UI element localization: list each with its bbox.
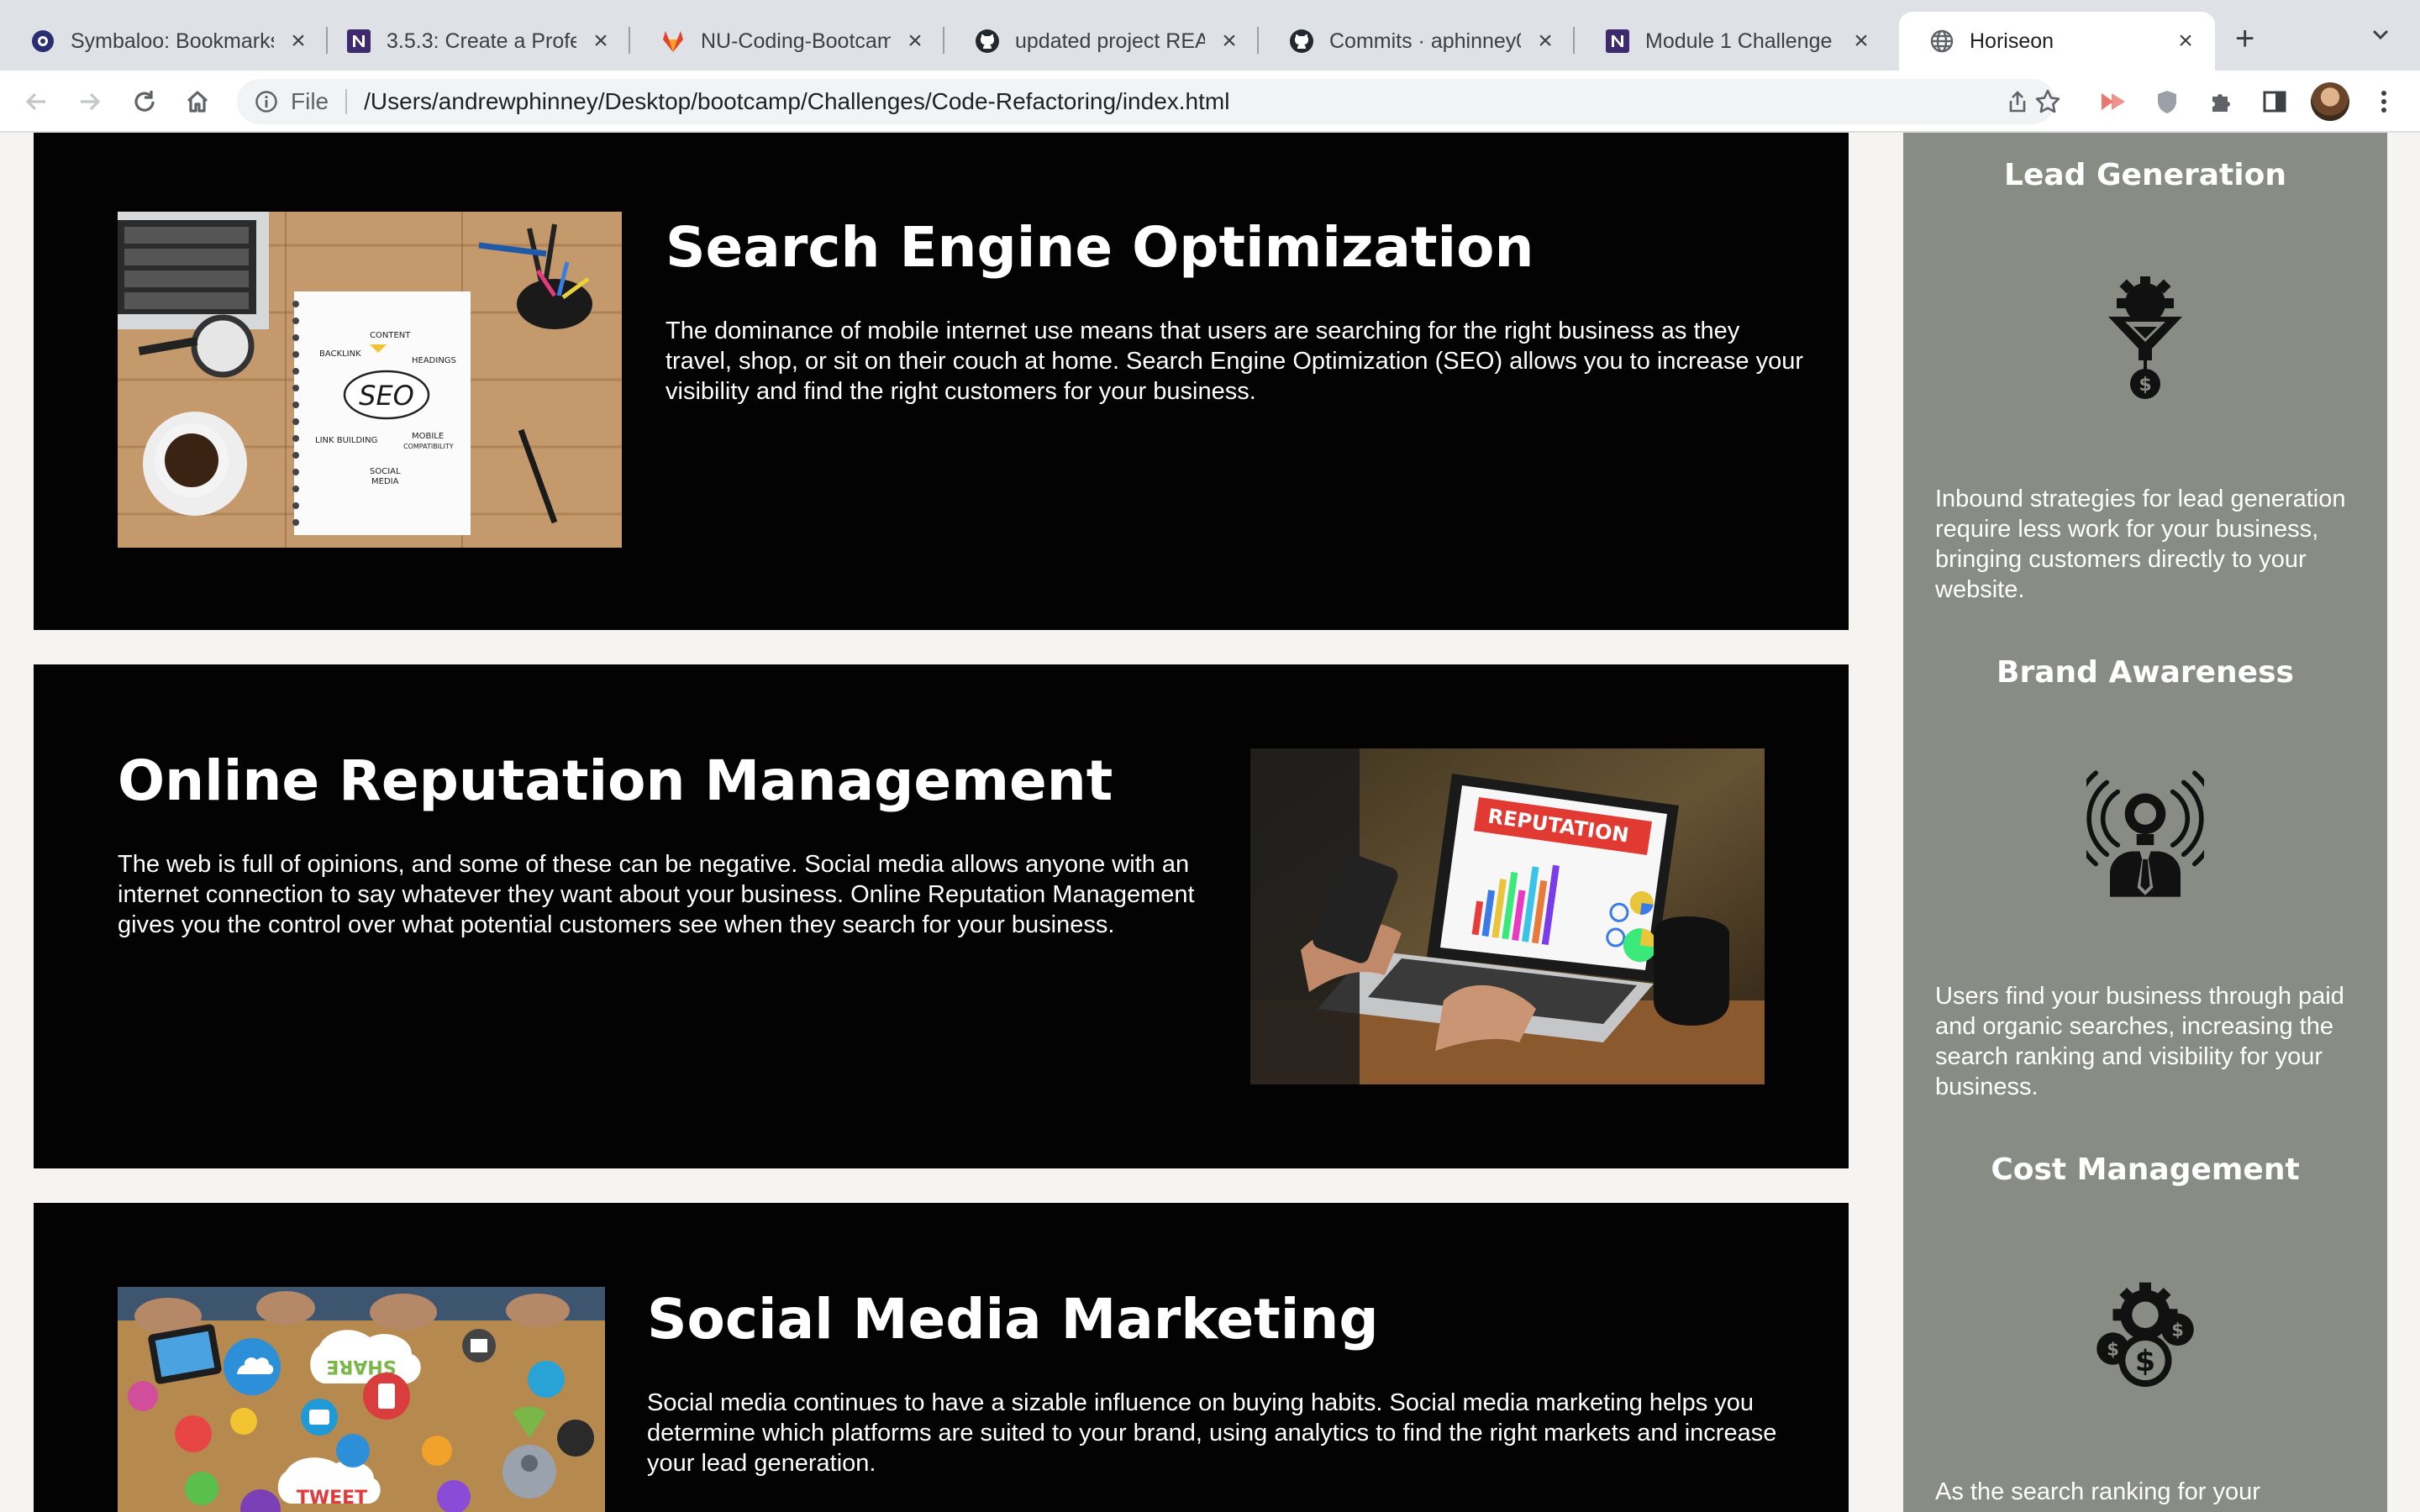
svg-text:$: $ xyxy=(2139,375,2151,396)
extension-play-icon[interactable] xyxy=(2096,84,2131,119)
globe-icon xyxy=(1929,29,1954,54)
tab-title: Horiseon xyxy=(1970,29,2054,53)
extension-shield-icon[interactable] xyxy=(2149,84,2185,119)
svg-text:SEO: SEO xyxy=(359,380,414,412)
bookmark-star-icon[interactable] xyxy=(2030,84,2065,119)
benefit-text-brand-awareness: Users find your business through paid an… xyxy=(1935,983,2344,1100)
browser-toolbar: File /Users/andrewphinney/Desktop/bootca… xyxy=(0,71,2420,133)
social-media-illustration: SHARE TWEET xyxy=(118,1287,605,1512)
github-icon xyxy=(1289,29,1314,54)
new-tab-button[interactable]: + xyxy=(2235,22,2254,55)
svg-text:TWEET: TWEET xyxy=(297,1488,367,1509)
close-icon[interactable]: × xyxy=(902,29,928,54)
close-icon[interactable]: × xyxy=(588,29,613,54)
benefit-text-lead-generation: Inbound strategies for lead generation r… xyxy=(1935,486,2346,603)
section-text: The dominance of mobile internet use mea… xyxy=(666,318,1803,405)
tab-gitlab[interactable]: NU-Coding-Bootcamp × xyxy=(630,12,944,71)
address-bar[interactable]: File /Users/andrewphinney/Desktop/bootca… xyxy=(237,79,2055,124)
gitlab-icon xyxy=(660,29,686,54)
svg-text:SOCIAL: SOCIAL xyxy=(370,467,401,476)
omnibox-divider xyxy=(345,89,348,114)
page-viewport: CONTENT BACKLINK HEADINGS LINK BUILDING … xyxy=(0,133,2420,1512)
tab-create-profile[interactable]: 3.5.3: Create a Profess × xyxy=(316,12,630,71)
url-scheme-label: File xyxy=(291,88,329,114)
symbaloo-icon xyxy=(30,29,55,54)
tab-title: Symbaloo: Bookmarks xyxy=(71,29,274,53)
section-text: Social media continues to have a sizable… xyxy=(647,1389,1777,1477)
tab-title: Module 1 Challenge xyxy=(1645,29,1833,53)
tab-title: Commits · aphinney0 xyxy=(1329,29,1521,53)
tab-title: 3.5.3: Create a Profess xyxy=(387,29,576,53)
svg-text:MEDIA: MEDIA xyxy=(371,477,399,486)
svg-text:LINK BUILDING: LINK BUILDING xyxy=(315,436,377,445)
info-icon[interactable] xyxy=(252,87,281,116)
svg-text:CONTENT: CONTENT xyxy=(370,331,411,340)
cost-management-icon: $ $ $ xyxy=(2086,1267,2204,1401)
extensions-puzzle-icon[interactable] xyxy=(2203,84,2238,119)
northwestern-icon xyxy=(346,29,371,54)
reputation-illustration: REPUTATION xyxy=(1250,748,1765,1084)
close-icon[interactable]: × xyxy=(1217,29,1242,54)
benefit-text-cost-management: As the search ranking for your xyxy=(1935,1478,2260,1505)
back-button[interactable] xyxy=(18,84,54,119)
reputation-image: REPUTATION xyxy=(1250,748,1765,1084)
northwestern-icon xyxy=(1605,29,1630,54)
side-panel-icon[interactable] xyxy=(2257,84,2292,119)
tab-symbaloo[interactable]: Symbaloo: Bookmarks × xyxy=(0,12,328,71)
home-button[interactable] xyxy=(180,84,215,119)
content-section-seo: CONTENT BACKLINK HEADINGS LINK BUILDING … xyxy=(34,133,1849,630)
tab-title: NU-Coding-Bootcamp xyxy=(701,29,891,53)
browser-tab-strip: Symbaloo: Bookmarks × 3.5.3: Create a Pr… xyxy=(0,0,2420,71)
svg-text:BACKLINK: BACKLINK xyxy=(319,349,361,359)
url-text[interactable]: /Users/andrewphinney/Desktop/bootcamp/Ch… xyxy=(364,88,1229,115)
close-icon[interactable]: × xyxy=(2173,29,2198,54)
tab-github-readme[interactable]: updated project README × xyxy=(944,12,1259,71)
content-section-reputation: Online Reputation Management The web is … xyxy=(34,664,1849,1168)
kebab-menu-icon[interactable] xyxy=(2366,84,2402,119)
tab-horiseon[interactable]: Horiseon × xyxy=(1899,12,2215,71)
section-title: Search Engine Optimization xyxy=(666,215,1534,280)
seo-illustration: CONTENT BACKLINK HEADINGS LINK BUILDING … xyxy=(118,212,622,548)
chevron-down-icon[interactable] xyxy=(2370,24,2391,50)
brand-awareness-icon xyxy=(2086,767,2204,901)
svg-text:MOBILE: MOBILE xyxy=(412,432,444,441)
section-title: Online Reputation Management xyxy=(118,748,1113,813)
tab-title: updated project README xyxy=(1015,29,1205,53)
share-icon[interactable] xyxy=(2003,87,2032,116)
section-text: The web is full of opinions, and some of… xyxy=(118,851,1195,938)
github-icon xyxy=(975,29,1000,54)
benefit-title-lead-generation: Lead Generation xyxy=(2004,158,2286,192)
avatar[interactable] xyxy=(2311,82,2349,121)
svg-text:COMPATIBILITY: COMPATIBILITY xyxy=(403,443,454,450)
lead-generation-icon: $ xyxy=(2086,271,2204,406)
tab-github-commits[interactable]: Commits · aphinney0 × xyxy=(1259,12,1575,71)
content-section-social-media: SHARE TWEET Social Media Marketing Socia… xyxy=(34,1203,1849,1512)
close-icon[interactable]: × xyxy=(1849,29,1874,54)
social-media-image: SHARE TWEET xyxy=(118,1287,605,1512)
svg-text:$: $ xyxy=(2171,1320,2184,1341)
reload-button[interactable] xyxy=(127,84,162,119)
benefits-sidebar: Lead Generation $ Inbound strategies for… xyxy=(1903,133,2387,1512)
benefit-title-cost-management: Cost Management xyxy=(1991,1152,2300,1187)
svg-text:$: $ xyxy=(2135,1345,2155,1378)
seo-image: CONTENT BACKLINK HEADINGS LINK BUILDING … xyxy=(118,212,622,548)
close-icon[interactable]: × xyxy=(1533,29,1558,54)
section-title: Social Media Marketing xyxy=(647,1287,1379,1352)
tab-module-challenge[interactable]: Module 1 Challenge × xyxy=(1575,12,1891,71)
close-icon[interactable]: × xyxy=(286,29,311,54)
forward-button[interactable] xyxy=(72,84,108,119)
svg-text:$: $ xyxy=(2107,1339,2119,1359)
svg-text:HEADINGS: HEADINGS xyxy=(412,356,456,365)
benefit-title-brand-awareness: Brand Awareness xyxy=(1996,655,2294,690)
